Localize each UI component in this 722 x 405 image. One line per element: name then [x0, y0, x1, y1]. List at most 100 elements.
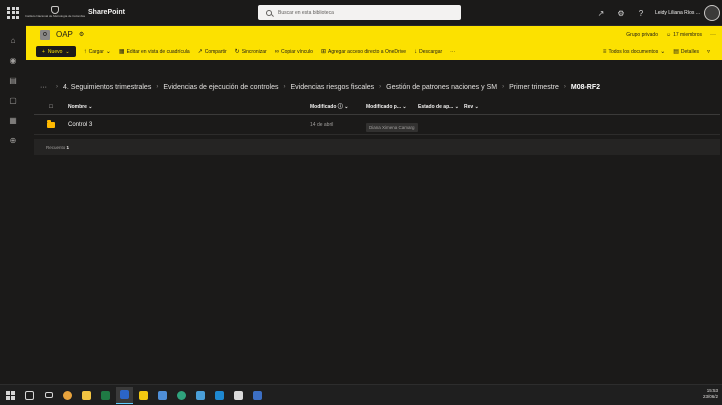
app-launcher-button[interactable] — [0, 0, 26, 26]
item-count-label: Recuento — [46, 144, 66, 150]
breadcrumb-item[interactable]: Primer trimestre — [509, 84, 559, 91]
more-commands-button[interactable]: ··· — [450, 49, 455, 55]
taskbar-search-button[interactable] — [21, 387, 38, 404]
column-header-modified-by-label: Modificado p... — [366, 103, 401, 110]
onedrive-shortcut-label: Agregar acceso directo a OneDrive — [327, 48, 407, 55]
grid-edit-button[interactable]: ▦ Editar en vista de cuadrícula — [118, 48, 190, 56]
site-logo[interactable]: O — [40, 29, 50, 40]
site-header: O OAP ⚙ Grupo privado ☺ 17 miembros ··· — [26, 26, 722, 43]
home-icon[interactable]: ⌂ — [0, 30, 26, 50]
taskbar-app-word[interactable] — [116, 386, 133, 404]
share-icon[interactable]: ↗ — [591, 0, 611, 26]
organization-logo[interactable]: Instituto Nacional de Metrología de Colo… — [25, 3, 85, 23]
copy-link-button[interactable]: ∞ Copiar vínculo — [275, 49, 313, 55]
task-view-button[interactable] — [40, 387, 57, 404]
taskbar-app-edge[interactable] — [173, 387, 190, 404]
chevron-down-icon: ⌄ — [474, 103, 479, 110]
column-header-name[interactable]: Nombre ⌄ — [68, 104, 310, 110]
new-button-label: Nuevo — [47, 48, 63, 55]
news-icon[interactable]: ▤ — [0, 70, 26, 90]
grid-icon: ▦ — [118, 49, 125, 55]
taskbar-app-file-explorer[interactable] — [78, 387, 95, 404]
lists-icon[interactable]: ▦ — [0, 110, 26, 130]
user-name[interactable]: Leidy Liliana Ríos ... — [655, 10, 700, 16]
add-icon[interactable]: ⊕ — [0, 130, 26, 150]
organization-name: Instituto Nacional de Metrología de Colo… — [25, 14, 85, 19]
chevron-down-icon: ⌄ — [105, 49, 111, 55]
upload-button[interactable]: ↑ Cargar ⌄ — [83, 48, 111, 56]
taskbar-app-store[interactable] — [249, 387, 266, 404]
suite-bar: Instituto Nacional de Metrología de Colo… — [0, 0, 722, 26]
taskbar-app-powerbi[interactable] — [135, 387, 152, 404]
outlook-icon — [215, 390, 224, 400]
app-rail: ⌂ ◉ ▤ ▢ ▦ ⊕ — [0, 26, 26, 384]
gear-icon[interactable]: ⚙ — [611, 0, 631, 26]
row-name[interactable]: Control 3 — [68, 122, 310, 128]
more-commands-label: ··· — [450, 48, 456, 55]
filter-button[interactable]: ▿ — [707, 48, 710, 55]
search-box[interactable] — [258, 5, 461, 20]
members-button[interactable]: ☺ 17 miembros — [666, 32, 702, 38]
details-icon: ▤ — [673, 49, 679, 55]
column-header-rev-label: Rev — [464, 103, 474, 110]
column-header-name-label: Nombre — [68, 103, 87, 110]
site-more-button[interactable]: ··· — [710, 32, 716, 38]
taskbar-app-outlook[interactable] — [211, 387, 228, 404]
group-privacy-label: Grupo privado — [626, 31, 658, 38]
share-icon: ↗ — [197, 49, 203, 55]
chevron-right-icon: › — [563, 84, 566, 90]
crest-icon — [51, 6, 59, 15]
column-header-modified-by[interactable]: Modificado p... ⌄ — [366, 104, 418, 110]
waffle-icon — [7, 6, 19, 19]
sync-button[interactable]: ↻ Sincronizar — [234, 48, 267, 56]
upload-label: Cargar — [88, 48, 104, 55]
site-title[interactable]: OAP — [56, 30, 73, 39]
app-name[interactable]: SharePoint — [88, 9, 125, 16]
start-button[interactable] — [2, 387, 19, 404]
files-icon[interactable]: ▢ — [0, 90, 26, 110]
link-icon: ∞ — [274, 48, 279, 55]
chevron-down-icon: ⌄ — [660, 49, 666, 55]
breadcrumb-item[interactable]: Evidencias de ejecución de controles — [163, 84, 278, 91]
download-button[interactable]: ↓ Descargar — [414, 49, 442, 55]
upload-icon: ↑ — [83, 48, 87, 55]
column-header-state[interactable]: Estado de ap... ⌄ — [418, 104, 464, 110]
site-settings-icon[interactable]: ⚙ — [79, 31, 84, 38]
breadcrumb-item[interactable]: 4. Seguimientos trimestrales — [63, 84, 151, 91]
search-input[interactable] — [278, 9, 448, 16]
view-selector[interactable]: ≡ Todos los documentos ⌄ — [603, 48, 666, 56]
column-header-state-label: Estado de ap... — [418, 103, 454, 110]
row-modified-by[interactable]: Diana Ximena Camarg — [366, 122, 418, 132]
table-row[interactable]: Control 3 14 de abril Diana Ximena Camar… — [34, 115, 720, 135]
download-icon: ↓ — [414, 48, 418, 55]
breadcrumb-item[interactable]: Gestión de patrones naciones y SM — [386, 84, 497, 91]
photos-icon — [158, 390, 167, 400]
globe-icon[interactable]: ◉ — [0, 50, 26, 70]
details-button[interactable]: ▤ Detalles — [673, 48, 699, 56]
info-icon: ⓘ — [337, 104, 343, 110]
sync-icon: ↻ — [234, 49, 240, 55]
teams-icon — [196, 390, 205, 400]
avatar[interactable] — [704, 5, 720, 21]
taskbar-app-chrome[interactable] — [59, 387, 76, 404]
file-type-column-header[interactable]: □ — [34, 104, 68, 110]
taskbar-app-calendar[interactable] — [230, 387, 247, 404]
powerbi-icon — [139, 390, 148, 400]
breadcrumb-current: M08-RF2 — [570, 83, 601, 91]
taskbar-app-photos[interactable] — [154, 387, 171, 404]
column-header-modified[interactable]: Modificado ⓘ ⌄ — [310, 103, 366, 110]
chevron-down-icon: ⌄ — [65, 48, 70, 55]
share-button[interactable]: ↗ Compartir — [197, 48, 227, 56]
taskbar-clock[interactable]: 15:53 23/06/2 — [703, 388, 718, 400]
details-label: Detalles — [680, 48, 699, 55]
onedrive-shortcut-button[interactable]: ⊞ Agregar acceso directo a OneDrive — [321, 48, 407, 56]
new-button[interactable]: + Nuevo ⌄ — [36, 46, 76, 57]
taskbar-app-teams[interactable] — [192, 387, 209, 404]
column-header-rev[interactable]: Rev ⌄ — [464, 104, 504, 110]
breadcrumb-item[interactable]: Evidencias riesgos fiscales — [291, 84, 375, 91]
help-icon[interactable]: ? — [631, 0, 651, 26]
breadcrumb-overflow-button[interactable]: ··· — [40, 84, 47, 91]
clock-date: 23/06/2 — [702, 394, 718, 399]
calendar-icon — [234, 390, 243, 400]
taskbar-app-excel[interactable] — [97, 387, 114, 404]
